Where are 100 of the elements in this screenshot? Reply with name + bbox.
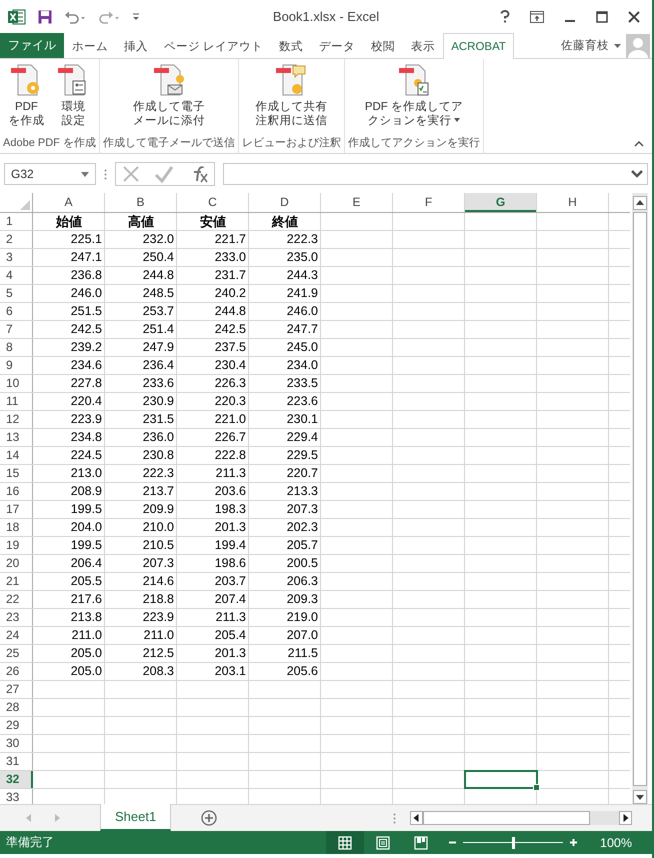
active-cell[interactable]: [464, 770, 538, 789]
row-header[interactable]: 22: [0, 591, 33, 608]
page-break-icon: [414, 836, 428, 850]
row-header[interactable]: 8: [0, 339, 33, 356]
table-cell: 223.9: [70, 411, 102, 428]
table-cell: 230.8: [142, 447, 174, 464]
column-header[interactable]: E: [321, 193, 393, 212]
table-cell: 247.9: [142, 339, 174, 356]
ribbon-tab[interactable]: ページ レイアウト: [156, 33, 272, 58]
row-header[interactable]: 6: [0, 303, 33, 320]
row-header[interactable]: 12: [0, 411, 33, 428]
table-cell: 205.7: [286, 537, 318, 554]
help-icon[interactable]: [500, 10, 510, 23]
row-header[interactable]: 31: [0, 753, 33, 770]
row-header[interactable]: 26: [0, 663, 33, 680]
row-header[interactable]: 10: [0, 375, 33, 392]
row-header[interactable]: 21: [0, 573, 33, 590]
row-header[interactable]: 27: [0, 681, 33, 698]
row-header[interactable]: 20: [0, 555, 33, 572]
zoom-level[interactable]: 100%: [600, 836, 632, 850]
zoom-slider-thumb[interactable]: [512, 836, 516, 848]
scroll-left-icon[interactable]: [410, 811, 423, 825]
column-header[interactable]: B: [105, 193, 177, 212]
table-cell: 221.0: [214, 411, 246, 428]
undo-icon[interactable]: [64, 10, 86, 24]
scroll-up-icon[interactable]: [633, 196, 647, 210]
scrollbar-thumb[interactable]: [423, 811, 590, 825]
row-header[interactable]: 15: [0, 465, 33, 482]
row-header[interactable]: 9: [0, 357, 33, 374]
row-header[interactable]: 14: [0, 447, 33, 464]
ribbon-button[interactable]: 作成して電子 メールに添付: [128, 63, 209, 135]
column-header[interactable]: A: [33, 193, 105, 212]
close-icon[interactable]: [628, 10, 640, 22]
ribbon-tab[interactable]: 挿入: [116, 33, 156, 58]
table-cell: 204.0: [70, 519, 102, 536]
table-cell: 223.9: [142, 609, 174, 626]
ribbon-tab[interactable]: データ: [311, 33, 364, 58]
row-header[interactable]: 5: [0, 285, 33, 302]
row-header[interactable]: 3: [0, 249, 33, 266]
collapse-ribbon-icon[interactable]: [634, 141, 644, 147]
ribbon-button[interactable]: 環境 設定: [52, 63, 94, 135]
row-header[interactable]: 28: [0, 699, 33, 716]
row-header[interactable]: 11: [0, 393, 33, 410]
save-icon[interactable]: [38, 10, 52, 24]
scrollbar-thumb[interactable]: [633, 212, 647, 786]
row-header[interactable]: 23: [0, 609, 33, 626]
ribbon-button[interactable]: 作成して共有 注釈用に送信: [251, 63, 332, 135]
scroll-right-icon[interactable]: [619, 811, 632, 825]
scroll-down-icon[interactable]: [633, 790, 647, 804]
table-cell: 227.8: [70, 375, 102, 392]
user-name[interactable]: 佐藤育枝: [561, 38, 609, 53]
row-header[interactable]: 24: [0, 627, 33, 644]
caret-icon[interactable]: [454, 118, 460, 122]
row-header[interactable]: 1: [0, 213, 33, 230]
excel-logo-icon[interactable]: [8, 8, 26, 24]
file-tab[interactable]: ファイル: [0, 33, 64, 58]
row-header[interactable]: 33: [0, 789, 33, 804]
expand-icon[interactable]: [631, 170, 643, 178]
checkmark-icon[interactable]: [154, 165, 174, 183]
ribbon-tab[interactable]: 数式: [271, 33, 312, 58]
ribbon-tab[interactable]: ACROBAT: [443, 33, 514, 59]
row-header[interactable]: 29: [0, 717, 33, 734]
table-cell: 244.8: [142, 267, 174, 284]
customize-menu-icon[interactable]: [132, 12, 140, 20]
normal-view-button[interactable]: [326, 831, 364, 854]
ribbon-button[interactable]: PDF を作成: [4, 63, 48, 135]
table-cell: 233.0: [214, 249, 246, 266]
column-header[interactable]: C: [177, 193, 249, 212]
column-header[interactable]: G: [465, 193, 537, 212]
column-header[interactable]: H: [537, 193, 609, 212]
ribbon-button[interactable]: PDF を作成してア クションを実行: [360, 63, 468, 135]
row-header[interactable]: 13: [0, 429, 33, 446]
row-header[interactable]: 30: [0, 735, 33, 752]
row-header[interactable]: 4: [0, 267, 33, 284]
add-sheet-icon[interactable]: [201, 810, 218, 826]
row-header[interactable]: 32: [0, 771, 33, 788]
row-header[interactable]: 18: [0, 519, 33, 536]
table-cell: 205.0: [70, 663, 102, 680]
row-header[interactable]: 2: [0, 231, 33, 248]
name-box[interactable]: G32: [4, 163, 96, 185]
caret-icon[interactable]: [614, 44, 621, 48]
ribbon-tab[interactable]: 表示: [403, 33, 444, 58]
maximize-icon[interactable]: [596, 10, 608, 22]
table-cell: 232.0: [142, 231, 174, 248]
ribbon-tab[interactable]: ホーム: [64, 33, 116, 58]
formula-field[interactable]: [223, 163, 648, 185]
ribbon-tab[interactable]: 校閲: [363, 33, 404, 58]
row-header[interactable]: 25: [0, 645, 33, 662]
row-header[interactable]: 19: [0, 537, 33, 554]
zoom-in-icon[interactable]: [569, 838, 578, 847]
table-cell: 236.4: [142, 357, 174, 374]
row-header[interactable]: 17: [0, 501, 33, 518]
table-cell: 211.0: [144, 627, 174, 644]
grip-icon[interactable]: [393, 812, 396, 824]
row-header[interactable]: 7: [0, 321, 33, 338]
ribbon-display-icon[interactable]: [530, 10, 544, 22]
row-header[interactable]: 16: [0, 483, 33, 500]
table-cell: 207.0: [286, 627, 318, 644]
column-header[interactable]: D: [249, 193, 321, 212]
sheet-tab[interactable]: Sheet1: [100, 804, 172, 831]
